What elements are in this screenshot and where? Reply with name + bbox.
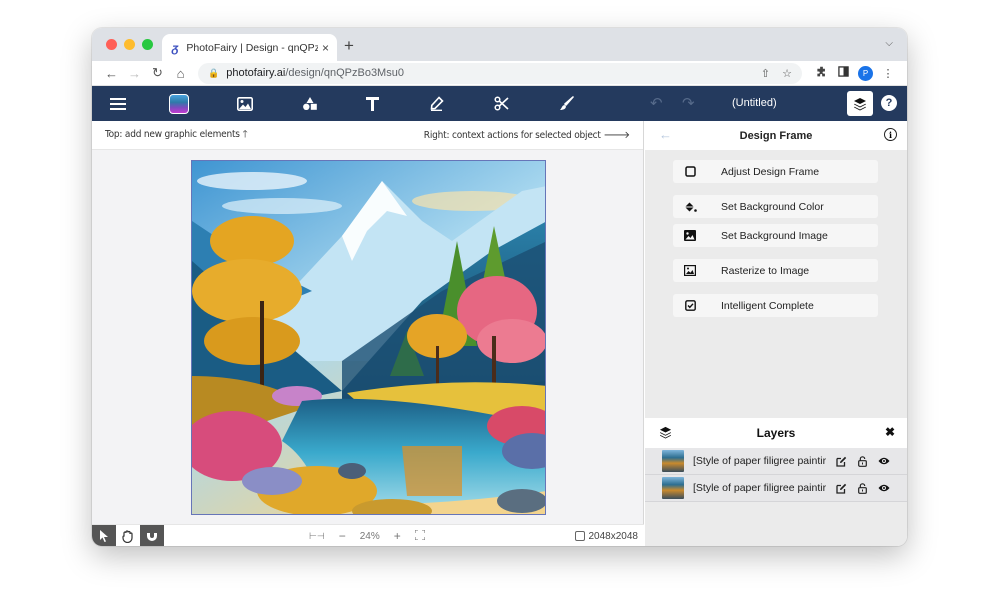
landscape-painting xyxy=(192,161,545,514)
fit-width-button[interactable]: ⊢⊣ xyxy=(309,531,325,542)
reload-button[interactable]: ↻ xyxy=(146,65,169,81)
canvas-bottom-bar: ⊢⊣ − 24% + 2048x2048 xyxy=(92,524,644,546)
panel-back-button[interactable]: ← xyxy=(659,127,672,142)
adjust-design-frame-button[interactable]: Adjust Design Frame xyxy=(673,160,878,183)
help-button[interactable]: ? xyxy=(881,95,897,111)
layer-row[interactable]: [Style of paper filigree paintir xyxy=(645,475,907,502)
back-button[interactable]: ← xyxy=(100,66,123,81)
lock-layer-icon[interactable] xyxy=(852,455,873,467)
tab-search-button[interactable]: ⌵ xyxy=(885,38,893,49)
set-background-color-button[interactable]: Set Background Color xyxy=(673,195,878,218)
hint-top: Top: add new graphic elements 🡑 xyxy=(105,128,248,140)
visibility-eye-icon[interactable] xyxy=(873,484,894,492)
edit-layer-icon[interactable] xyxy=(831,456,852,467)
zoom-level: 24% xyxy=(359,530,380,542)
address-bar: ← → ↻ ⌂ 🔒 photofairy.ai /design/qnQPzBo3… xyxy=(92,61,907,86)
design-artwork-image[interactable] xyxy=(191,160,546,515)
info-icon[interactable]: i xyxy=(884,128,897,141)
editor-main: Top: add new graphic elements 🡑 Right: c… xyxy=(92,121,907,546)
browser-window: ᵹ PhotoFairy | Design - qnQPzBo × + ⌵ ← … xyxy=(92,28,907,546)
tab-strip: ᵹ PhotoFairy | Design - qnQPzBo × + ⌵ xyxy=(92,28,907,61)
set-background-image-button[interactable]: Set Background Image xyxy=(673,224,878,247)
dimensions-label: 2048x2048 xyxy=(588,530,639,542)
intelligent-complete-button[interactable]: Intelligent Complete xyxy=(673,294,878,317)
photofairy-logo-icon: ᵹ xyxy=(172,40,179,55)
layers-header: Layers ✖ xyxy=(645,418,907,448)
browser-tab[interactable]: ᵹ PhotoFairy | Design - qnQPzBo × xyxy=(162,34,337,61)
canvas-dimensions: 2048x2048 xyxy=(574,525,639,546)
square-icon xyxy=(675,166,705,177)
image-icon xyxy=(675,230,705,241)
layer-name: [Style of paper filigree paintir xyxy=(693,482,827,494)
bookmark-star-icon[interactable]: ☆ xyxy=(782,67,792,80)
scissors-cut-icon[interactable] xyxy=(486,86,516,121)
lock-icon: 🔒 xyxy=(208,67,220,78)
url-path: /design/qnQPzBo3Msu0 xyxy=(285,67,404,79)
hand-icon xyxy=(122,529,133,543)
close-window-button[interactable] xyxy=(106,39,117,50)
visibility-eye-icon[interactable] xyxy=(873,457,894,465)
layers-stack-icon xyxy=(854,97,866,110)
dimensions-checkbox[interactable] xyxy=(574,531,585,541)
zoom-out-button[interactable]: − xyxy=(339,529,346,543)
home-button[interactable]: ⌂ xyxy=(169,66,192,81)
layer-thumbnail xyxy=(662,450,684,472)
paint-brush-icon[interactable] xyxy=(551,86,581,121)
new-tab-button[interactable]: + xyxy=(344,36,354,56)
hint-bar: Top: add new graphic elements 🡑 Right: c… xyxy=(92,121,643,150)
hint-right: Right: context actions for selected obje… xyxy=(423,130,630,141)
cursor-arrow-icon xyxy=(100,530,108,542)
zoom-controls: ⊢⊣ − 24% + xyxy=(309,525,426,546)
minimize-window-button[interactable] xyxy=(124,39,135,50)
url-input[interactable]: 🔒 photofairy.ai /design/qnQPzBo3Msu0 ⇧ ☆ xyxy=(198,62,802,84)
app-toolbar: ↶ ↷ (Untitled) ? xyxy=(92,86,907,121)
add-image-icon[interactable] xyxy=(230,86,260,121)
profile-avatar[interactable]: P xyxy=(858,65,873,81)
layers-title: Layers xyxy=(756,426,796,440)
browser-menu-icon[interactable]: ⋮ xyxy=(877,67,899,80)
document-title[interactable]: (Untitled) xyxy=(732,86,777,121)
edit-layer-icon[interactable] xyxy=(831,483,852,494)
zoom-in-button[interactable]: + xyxy=(394,529,401,543)
redo-button[interactable]: ↷ xyxy=(682,86,695,121)
close-tab-icon[interactable]: × xyxy=(322,41,329,55)
checkbox-icon xyxy=(675,300,705,311)
paint-bucket-icon xyxy=(675,201,705,213)
pan-mode-button[interactable] xyxy=(116,525,140,546)
fullscreen-icon xyxy=(414,529,426,541)
text-tool-icon[interactable] xyxy=(357,86,387,121)
layers-toggle-button[interactable] xyxy=(847,91,873,116)
extensions-puzzle-icon[interactable] xyxy=(810,66,832,80)
lock-layer-icon[interactable] xyxy=(852,482,873,494)
layer-name: [Style of paper filigree paintir xyxy=(693,455,827,467)
rasterize-icon xyxy=(675,265,705,276)
layer-thumbnail xyxy=(662,477,684,499)
select-mode-button[interactable] xyxy=(92,525,116,546)
undo-button[interactable]: ↶ xyxy=(650,86,663,121)
close-layers-button[interactable]: ✖ xyxy=(885,425,895,439)
context-panel-header: ← Design Frame i xyxy=(645,121,907,150)
shapes-icon[interactable] xyxy=(295,86,325,121)
panel-title: Design Frame xyxy=(739,129,813,142)
layers-stack-icon xyxy=(659,426,672,444)
fullscreen-button[interactable] xyxy=(414,529,426,543)
context-panel: ← Design Frame i Adjust Design Frame Set… xyxy=(645,121,907,546)
maximize-window-button[interactable] xyxy=(142,39,153,50)
share-icon[interactable]: ⇧ xyxy=(761,67,770,80)
rasterize-to-image-button[interactable]: Rasterize to Image xyxy=(673,259,878,282)
hamburger-menu-icon[interactable] xyxy=(103,86,133,121)
url-host: photofairy.ai xyxy=(226,67,286,79)
layer-row[interactable]: [Style of paper filigree paintir xyxy=(645,448,907,475)
canvas-area[interactable]: Top: add new graphic elements 🡑 Right: c… xyxy=(92,121,644,546)
tab-title: PhotoFairy | Design - qnQPzBo xyxy=(186,41,318,54)
pencil-draw-icon[interactable] xyxy=(421,86,451,121)
window-controls xyxy=(106,39,153,50)
app-logo-thumbnail[interactable] xyxy=(164,86,194,121)
snap-magnet-button[interactable] xyxy=(140,525,164,546)
forward-button[interactable]: → xyxy=(123,66,146,81)
layers-panel: Layers ✖ [Style of paper filigree painti… xyxy=(645,418,907,502)
side-panel-icon[interactable] xyxy=(832,66,854,80)
magnet-icon xyxy=(147,531,157,541)
